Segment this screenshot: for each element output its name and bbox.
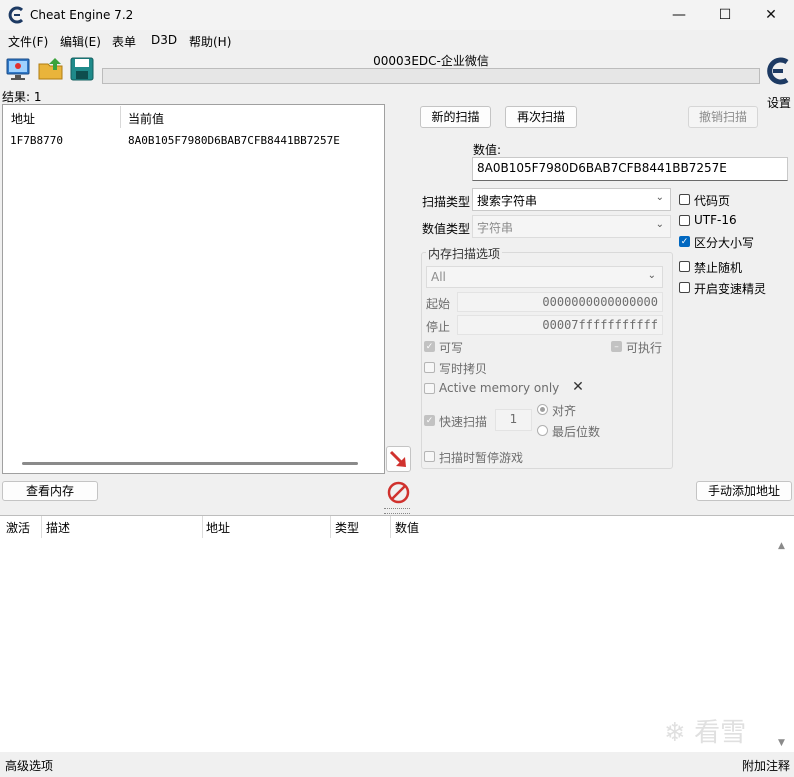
value-type-value: 字符串	[477, 221, 514, 235]
no-random-checkbox[interactable]	[679, 261, 690, 272]
stop-address-input[interactable]: 00007fffffffffff	[457, 315, 663, 335]
new-scan-button[interactable]: 新的扫描	[420, 106, 491, 128]
menu-table[interactable]: 表单	[112, 33, 136, 50]
addr-col-type[interactable]: 类型	[335, 519, 359, 536]
pause-game-label[interactable]: 扫描时暂停游戏	[439, 449, 523, 466]
menu-edit[interactable]: 编辑(E)	[60, 33, 101, 50]
menu-help[interactable]: 帮助(H)	[189, 33, 231, 50]
column-divider[interactable]	[41, 516, 42, 538]
start-address-input[interactable]: 0000000000000000	[457, 292, 663, 312]
add-to-list-button[interactable]	[386, 446, 411, 472]
active-memory-checkbox[interactable]	[424, 383, 435, 394]
scroll-up-arrow-icon[interactable]: ▲	[778, 541, 785, 551]
align-label[interactable]: 对齐	[552, 402, 576, 419]
result-value[interactable]: 8A0B105F7980D6BAB7CFB8441BB7257E	[128, 134, 340, 147]
copy-on-write-label[interactable]: 写时拷贝	[439, 360, 487, 377]
result-address[interactable]: 1F7B8770	[10, 134, 63, 147]
codepage-checkbox[interactable]	[679, 194, 690, 205]
process-title: 00003EDC-企业微信	[373, 54, 489, 68]
codepage-label[interactable]: 代码页	[694, 192, 730, 209]
close-button[interactable]: ✕	[748, 0, 794, 30]
utf16-label[interactable]: UTF-16	[694, 213, 737, 227]
result-count: 结果: 1	[2, 90, 42, 104]
close-icon[interactable]: ✕	[570, 379, 586, 395]
watermark-text: 看雪	[694, 718, 747, 748]
executable-label[interactable]: 可执行	[626, 339, 662, 356]
fast-scan-alignment-input[interactable]: 1	[495, 409, 532, 431]
advanced-options-button[interactable]: 高级选项	[5, 757, 53, 774]
column-divider[interactable]	[202, 516, 203, 538]
executable-checkbox[interactable]: –	[611, 341, 622, 352]
value-input[interactable]: 8A0B105F7980D6BAB7CFB8441BB7257E	[472, 157, 788, 181]
red-arrow-icon	[389, 450, 406, 467]
scan-type-value: 搜索字符串	[477, 194, 538, 208]
maximize-button[interactable]: ☐	[702, 0, 748, 30]
horizontal-scrollbar[interactable]	[22, 462, 358, 465]
settings-label[interactable]: 设置	[767, 94, 791, 111]
memory-scan-options-title: 内存扫描选项	[426, 245, 503, 262]
copy-on-write-checkbox[interactable]	[424, 362, 435, 373]
memory-region-select[interactable]: All ⌄	[426, 266, 663, 288]
stop-label: 停止	[426, 320, 451, 334]
chevron-down-icon: ⌄	[647, 270, 656, 281]
results-col-value[interactable]: 当前值	[128, 110, 164, 127]
minimize-button[interactable]: —	[656, 0, 702, 30]
scan-type-label: 扫描类型	[422, 195, 471, 209]
menu-file[interactable]: 文件(F)	[8, 33, 48, 50]
value-label: 数值:	[473, 143, 502, 157]
fast-scan-checkbox[interactable]: ✓	[424, 415, 435, 426]
results-list[interactable]	[2, 104, 385, 474]
watermark: ❄ 看雪	[664, 718, 747, 748]
scroll-down-arrow-icon[interactable]: ▼	[778, 738, 785, 748]
status-bar	[0, 754, 794, 777]
cheat-engine-settings-icon[interactable]	[764, 54, 792, 88]
open-file-icon[interactable]	[37, 56, 65, 82]
table-comments-button[interactable]: 附加注释	[742, 757, 790, 774]
scan-type-select[interactable]: 搜索字符串 ⌄	[472, 188, 671, 211]
start-label: 起始	[426, 297, 451, 311]
case-sensitive-label[interactable]: 区分大小写	[694, 234, 754, 251]
splitter-grip[interactable]	[384, 508, 410, 514]
menu-d3d[interactable]: D3D	[151, 33, 177, 47]
value-type-select[interactable]: 字符串 ⌄	[472, 215, 671, 238]
value-type-label: 数值类型	[422, 222, 471, 236]
speedhack-label[interactable]: 开启变速精灵	[694, 280, 766, 297]
results-col-address[interactable]: 地址	[11, 110, 35, 127]
undo-scan-button[interactable]: 撤销扫描	[688, 106, 758, 128]
column-divider[interactable]	[330, 516, 331, 538]
active-memory-label[interactable]: Active memory only	[439, 381, 559, 395]
cheat-engine-logo-icon	[8, 6, 24, 24]
window-title: Cheat Engine 7.2	[30, 8, 134, 22]
fast-scan-label[interactable]: 快速扫描	[439, 413, 487, 430]
utf16-checkbox[interactable]	[679, 215, 690, 226]
writable-label[interactable]: 可写	[439, 339, 463, 356]
no-random-label[interactable]: 禁止随机	[694, 259, 742, 276]
column-divider[interactable]	[120, 106, 121, 128]
scan-progress-bar	[102, 68, 760, 84]
last-digits-label[interactable]: 最后位数	[552, 423, 600, 440]
last-digits-radio[interactable]	[537, 425, 548, 436]
pause-game-checkbox[interactable]	[424, 451, 435, 462]
memory-region-value: All	[431, 270, 446, 284]
addr-col-active[interactable]: 激活	[6, 519, 30, 536]
writable-checkbox[interactable]: ✓	[424, 341, 435, 352]
speedhack-checkbox[interactable]	[679, 282, 690, 293]
column-divider[interactable]	[390, 516, 391, 538]
addr-col-description[interactable]: 描述	[46, 519, 70, 536]
align-radio[interactable]	[537, 404, 548, 415]
stop-button[interactable]	[386, 480, 411, 505]
save-icon[interactable]	[68, 56, 96, 82]
view-memory-button[interactable]: 查看内存	[2, 481, 98, 501]
case-sensitive-checkbox[interactable]: ✓	[679, 236, 690, 247]
stop-icon	[387, 481, 410, 504]
chevron-down-icon: ⌄	[655, 219, 664, 230]
addr-col-value[interactable]: 数值	[395, 519, 419, 536]
open-process-icon[interactable]	[4, 56, 32, 82]
chevron-down-icon: ⌄	[655, 192, 664, 203]
addr-col-address[interactable]: 地址	[206, 519, 230, 536]
add-address-manually-button[interactable]: 手动添加地址	[696, 481, 792, 501]
next-scan-button[interactable]: 再次扫描	[505, 106, 577, 128]
